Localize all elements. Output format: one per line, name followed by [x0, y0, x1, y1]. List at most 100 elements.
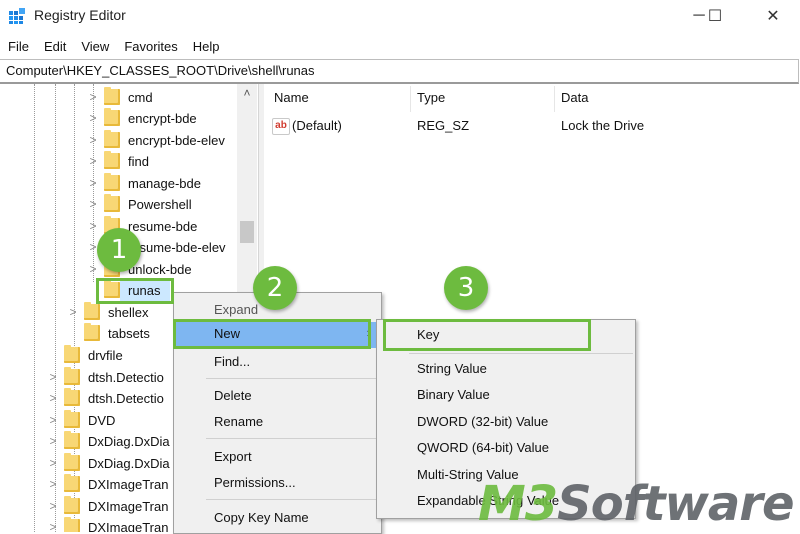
step-badge-1: 1: [97, 228, 141, 272]
menu-item-rename[interactable]: Rename: [174, 410, 381, 434]
menu-separator: [206, 378, 379, 379]
tree-item-label: DXImageTran: [88, 498, 169, 514]
tree-item[interactable]: > dtsh.Detectio: [46, 366, 164, 388]
tree-item[interactable]: > DXImageTran: [46, 473, 168, 495]
chevron-right-icon[interactable]: >: [66, 305, 80, 319]
menu-edit[interactable]: Edit: [36, 39, 73, 54]
tree-item-label: runas: [128, 282, 161, 298]
folder-icon: [84, 323, 100, 341]
close-button[interactable]: ✕: [750, 0, 796, 32]
string-value-icon: ab: [272, 118, 290, 135]
column-header-type[interactable]: Type: [417, 90, 445, 105]
chevron-right-icon[interactable]: >: [86, 219, 100, 233]
column-divider[interactable]: [554, 86, 555, 112]
tree-item[interactable]: tabsets: [66, 322, 150, 344]
menu-separator: [206, 438, 379, 439]
chevron-right-icon[interactable]: >: [46, 477, 60, 491]
chevron-right-icon[interactable]: >: [86, 154, 100, 168]
tree-scrollbar[interactable]: ˄: [237, 84, 257, 294]
value-name[interactable]: (Default): [292, 118, 342, 133]
tree-guide-line: [34, 84, 35, 532]
chevron-right-icon[interactable]: >: [86, 111, 100, 125]
chevron-right-icon[interactable]: >: [46, 520, 60, 532]
tree-item[interactable]: > Powershell: [86, 193, 192, 215]
menu-view[interactable]: View: [73, 39, 116, 54]
menu-item-string-value[interactable]: String Value: [377, 357, 635, 381]
menu-item-binary-value[interactable]: Binary Value: [377, 383, 635, 407]
address-path[interactable]: Computer\HKEY_CLASSES_ROOT\Drive\shell\r…: [6, 63, 315, 78]
menu-item-copy-key-name[interactable]: Copy Key Name: [174, 506, 381, 530]
tree-item[interactable]: > DXImageTran: [46, 495, 168, 517]
menu-help[interactable]: Help: [185, 39, 227, 54]
folder-icon: [104, 108, 120, 126]
chevron-right-icon[interactable]: >: [86, 262, 100, 276]
folder-icon: [104, 130, 120, 148]
close-icon: ✕: [766, 8, 780, 25]
column-divider[interactable]: [410, 86, 411, 112]
menu-item-delete[interactable]: Delete: [174, 384, 381, 408]
chevron-right-icon[interactable]: >: [86, 176, 100, 190]
chevron-right-icon[interactable]: >: [46, 391, 60, 405]
tree-item[interactable]: > DxDiag.DxDia: [46, 430, 170, 452]
tree-item[interactable]: > DXImageTran: [46, 516, 168, 532]
address-bar[interactable]: Computer\HKEY_CLASSES_ROOT\Drive\shell\r…: [0, 59, 799, 84]
folder-icon: [104, 87, 120, 105]
tree-item[interactable]: > manage-bde: [86, 172, 201, 194]
tree-item[interactable]: > DxDiag.DxDia: [46, 452, 170, 474]
column-header-data[interactable]: Data: [561, 90, 588, 105]
tree-item-label: DXImageTran: [88, 519, 169, 533]
menu-item-export[interactable]: Export: [174, 445, 381, 469]
tree-item[interactable]: > encrypt-bde-elev: [86, 129, 225, 151]
folder-icon: [104, 194, 120, 212]
menu-favorites[interactable]: Favorites: [116, 39, 184, 54]
folder-icon: [84, 302, 100, 320]
tree-item-label: drvfile: [88, 347, 123, 363]
folder-icon: [64, 367, 80, 385]
value-type: REG_SZ: [417, 118, 470, 133]
watermark-logo: M3Software: [478, 476, 795, 532]
tree-item-label: DxDiag.DxDia: [88, 433, 170, 449]
highlight-new: [173, 319, 371, 349]
menu-file[interactable]: File: [0, 39, 36, 54]
chevron-right-icon[interactable]: >: [86, 197, 100, 211]
tree-item[interactable]: > encrypt-bde: [86, 107, 197, 129]
menu-separator: [206, 499, 379, 500]
tree-item-label: unlock-bde: [128, 261, 192, 277]
tree-item-label: Powershell: [128, 196, 192, 212]
menu-bar: File Edit View Favorites Help: [0, 34, 800, 58]
menu-item-permissions[interactable]: Permissions...: [174, 471, 381, 495]
scrollbar-thumb[interactable]: [240, 221, 254, 243]
tree-item[interactable]: drvfile: [46, 344, 123, 366]
tree-item[interactable]: > find: [86, 150, 149, 172]
tree-item-label: DVD: [88, 412, 116, 428]
menu-item-find[interactable]: Find...: [174, 350, 381, 374]
maximize-button[interactable]: ☐: [692, 0, 738, 32]
registry-editor-icon: [9, 8, 25, 24]
folder-icon: [64, 474, 80, 492]
chevron-right-icon[interactable]: >: [46, 370, 60, 384]
folder-icon: [104, 173, 120, 191]
chevron-right-icon[interactable]: >: [46, 499, 60, 513]
maximize-icon: ☐: [707, 8, 723, 25]
folder-icon: [64, 388, 80, 406]
tree-item[interactable]: > dtsh.Detectio: [46, 387, 164, 409]
chevron-right-icon[interactable]: >: [46, 413, 60, 427]
scroll-up-arrow-icon[interactable]: ˄: [237, 84, 257, 102]
tree-item[interactable]: > cmd: [86, 86, 153, 108]
highlight-key: [383, 319, 591, 351]
folder-icon: [64, 431, 80, 449]
chevron-right-icon[interactable]: >: [86, 133, 100, 147]
chevron-right-icon[interactable]: >: [46, 434, 60, 448]
chevron-right-icon[interactable]: >: [46, 456, 60, 470]
tree-item-label: dtsh.Detectio: [88, 390, 164, 406]
step-badge-2: 2: [253, 266, 297, 310]
folder-icon: [64, 496, 80, 514]
tree-item[interactable]: > DVD: [46, 409, 115, 431]
column-header-name[interactable]: Name: [274, 90, 309, 105]
folder-icon: [64, 410, 80, 428]
chevron-right-icon[interactable]: >: [86, 90, 100, 104]
tree-item[interactable]: > shellex: [66, 301, 148, 323]
menu-item-dword-value[interactable]: DWORD (32-bit) Value: [377, 410, 635, 434]
tree-item-label: cmd: [128, 89, 153, 105]
menu-item-qword-value[interactable]: QWORD (64-bit) Value: [377, 436, 635, 460]
